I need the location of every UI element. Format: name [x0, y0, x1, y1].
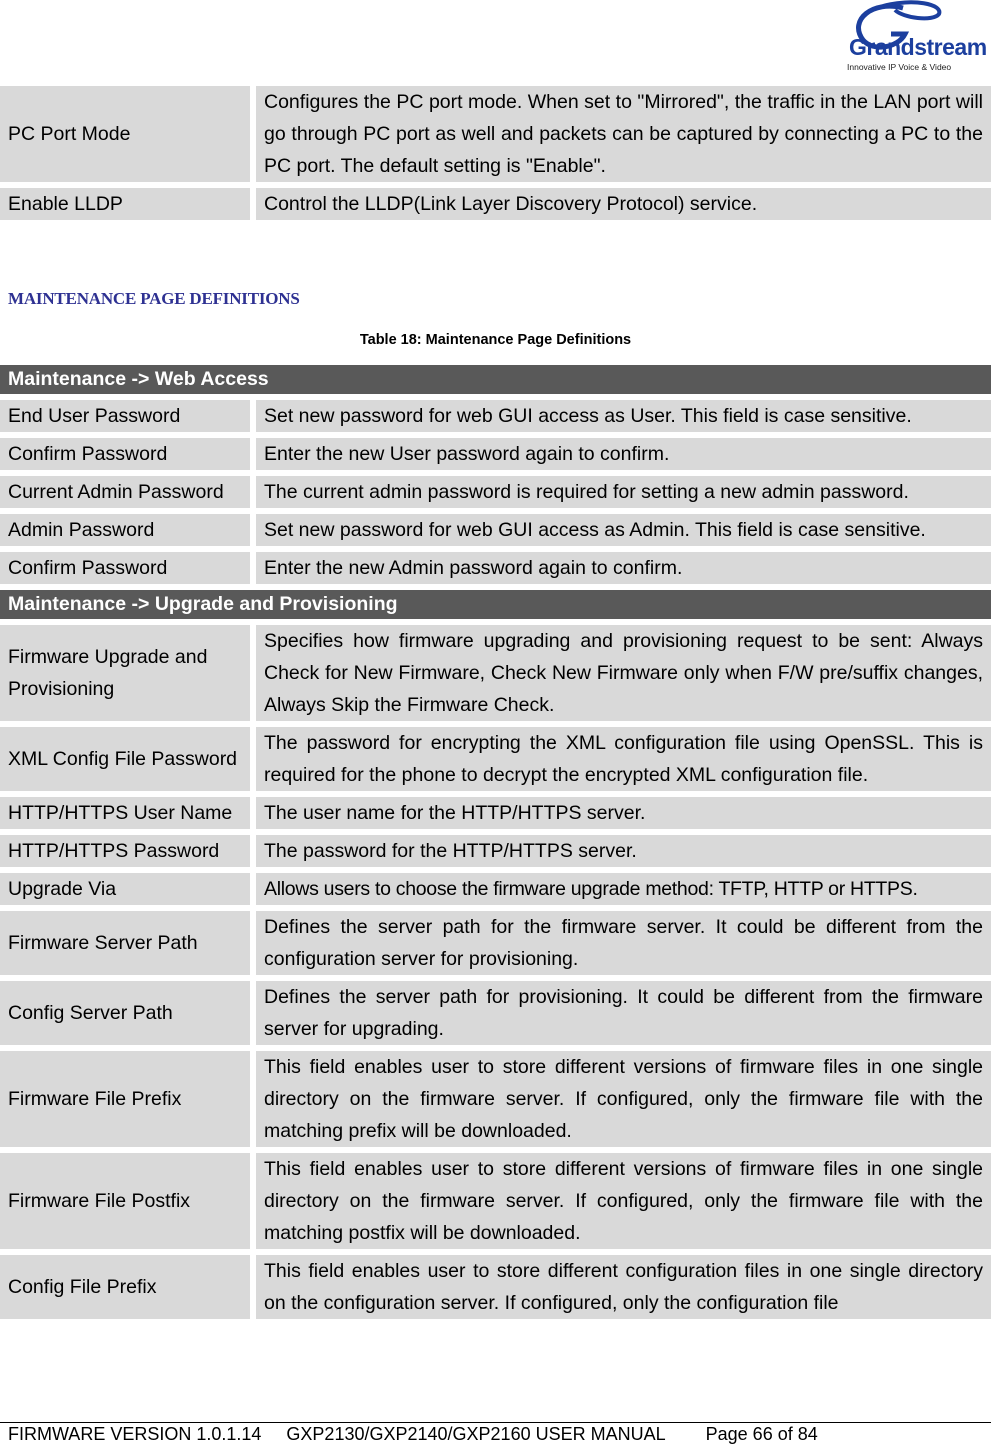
table-row: Upgrade Via Allows users to choose the f…: [0, 873, 991, 911]
setting-description: Enter the new User password again to con…: [256, 438, 991, 476]
setting-name: Current Admin Password: [0, 476, 256, 514]
section-heading: MAINTENANCE PAGE DEFINITIONS: [8, 289, 300, 308]
table-row: Firmware Upgrade and Provisioning Specif…: [0, 625, 991, 727]
setting-name: Firmware File Postfix: [0, 1153, 256, 1255]
table-row: Admin Password Set new password for web …: [0, 514, 991, 552]
setting-name: Firmware File Prefix: [0, 1051, 256, 1153]
setting-description: This field enables user to store differe…: [256, 1255, 991, 1325]
table-row: Enable LLDP Control the LLDP(Link Layer …: [0, 188, 991, 226]
table-row: HTTP/HTTPS Password The password for the…: [0, 835, 991, 873]
setting-name: Firmware Server Path: [0, 911, 256, 981]
setting-name: Firmware Upgrade and Provisioning: [0, 625, 256, 727]
maintenance-definitions-table: Maintenance -> Web Access End User Passw…: [0, 365, 991, 1325]
grandstream-logo: Grandstream Innovative IP Voice & Video: [843, 0, 987, 76]
setting-description: Allows users to choose the firmware upgr…: [256, 873, 991, 911]
setting-name: Config File Prefix: [0, 1255, 256, 1325]
table-row: Confirm Password Enter the new Admin pas…: [0, 552, 991, 590]
table-row: Config Server Path Defines the server pa…: [0, 981, 991, 1051]
setting-name: Config Server Path: [0, 981, 256, 1051]
setting-description: The current admin password is required f…: [256, 476, 991, 514]
setting-name: HTTP/HTTPS Password: [0, 835, 256, 873]
setting-name: Enable LLDP: [0, 188, 256, 226]
footer-manual-title: GXP2130/GXP2140/GXP2160 USER MANUAL: [286, 1424, 666, 1444]
setting-name: XML Config File Password: [0, 727, 256, 797]
setting-name: Confirm Password: [0, 552, 256, 590]
setting-description: Defines the server path for the firmware…: [256, 911, 991, 981]
setting-name: PC Port Mode: [0, 86, 256, 188]
table-row: XML Config File Password The password fo…: [0, 727, 991, 797]
setting-name: End User Password: [0, 400, 256, 438]
setting-description: Set new password for web GUI access as U…: [256, 400, 991, 438]
network-settings-table: PC Port Mode Configures the PC port mode…: [0, 86, 991, 226]
setting-description: The password for the HTTP/HTTPS server.: [256, 835, 991, 873]
section-header-row: Maintenance -> Web Access: [0, 365, 991, 400]
page-footer: FIRMWARE VERSION 1.0.1.14 GXP2130/GXP214…: [8, 1424, 818, 1445]
setting-description: Enter the new Admin password again to co…: [256, 552, 991, 590]
table-row: Firmware Server Path Defines the server …: [0, 911, 991, 981]
section-header-row: Maintenance -> Upgrade and Provisioning: [0, 590, 991, 625]
table-caption: Table 18: Maintenance Page Definitions: [359, 332, 632, 348]
setting-description: The user name for the HTTP/HTTPS server.: [256, 797, 991, 835]
setting-name: Admin Password: [0, 514, 256, 552]
table-row: Firmware File Postfix This field enables…: [0, 1153, 991, 1255]
setting-name: Upgrade Via: [0, 873, 256, 911]
footer-page-number: Page 66 of 84: [705, 1424, 818, 1444]
setting-description: The password for encrypting the XML conf…: [256, 727, 991, 797]
section-title: Maintenance -> Web Access: [0, 365, 991, 400]
section-title: Maintenance -> Upgrade and Provisioning: [0, 590, 991, 625]
setting-description: Defines the server path for provisioning…: [256, 981, 991, 1051]
setting-description: Configures the PC port mode. When set to…: [256, 86, 991, 188]
table-row: Confirm Password Enter the new User pass…: [0, 438, 991, 476]
logo-brand-text: Grandstream: [849, 34, 987, 60]
setting-description: Control the LLDP(Link Layer Discovery Pr…: [256, 188, 991, 226]
table-row: Current Admin Password The current admin…: [0, 476, 991, 514]
setting-name: Confirm Password: [0, 438, 256, 476]
table-row: Firmware File Prefix This field enables …: [0, 1051, 991, 1153]
table-row: End User Password Set new password for w…: [0, 400, 991, 438]
setting-description: Specifies how firmware upgrading and pro…: [256, 625, 991, 727]
table-row: HTTP/HTTPS User Name The user name for t…: [0, 797, 991, 835]
table-row: PC Port Mode Configures the PC port mode…: [0, 86, 991, 188]
footer-divider: [0, 1422, 991, 1423]
table-row: Config File Prefix This field enables us…: [0, 1255, 991, 1325]
setting-description: This field enables user to store differe…: [256, 1051, 991, 1153]
setting-description: This field enables user to store differe…: [256, 1153, 991, 1255]
setting-description: Set new password for web GUI access as A…: [256, 514, 991, 552]
logo-tagline: Innovative IP Voice & Video: [847, 62, 952, 72]
setting-name: HTTP/HTTPS User Name: [0, 797, 256, 835]
footer-firmware-version: FIRMWARE VERSION 1.0.1.14: [8, 1424, 262, 1444]
